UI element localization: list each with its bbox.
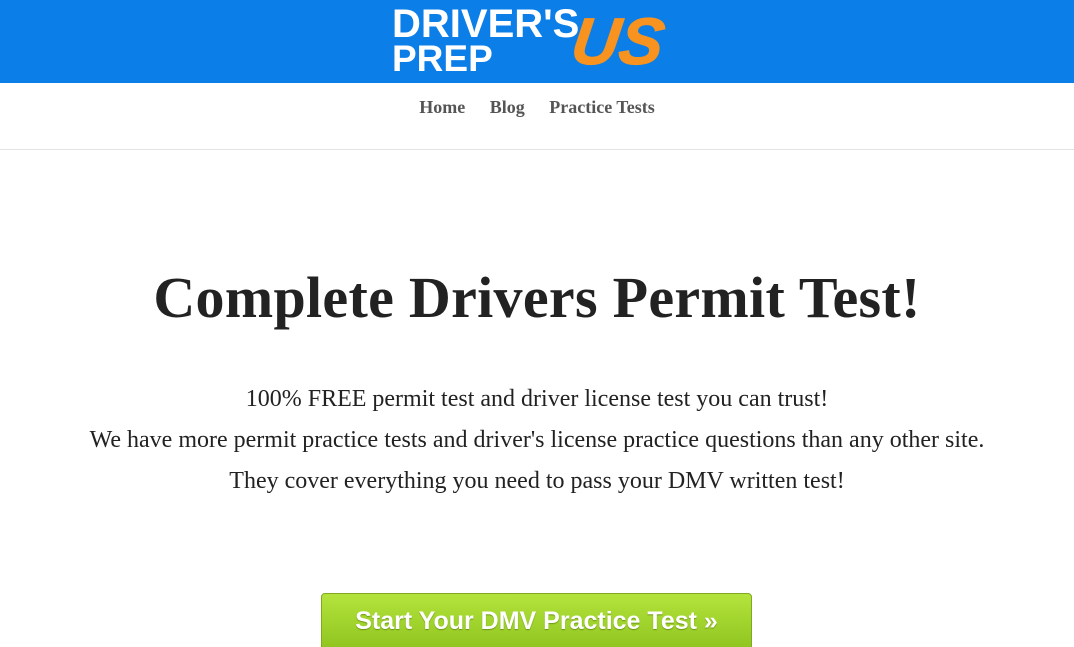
cta-container: Start Your DMV Practice Test »	[321, 593, 752, 647]
cta-label: Start Your DMV Practice Test »	[355, 607, 718, 635]
nav-item-home[interactable]: Home	[419, 97, 465, 117]
nav-links: Home Blog Practice Tests	[0, 97, 1074, 118]
page-title: Complete Drivers Permit Test!	[153, 265, 921, 330]
logo-line2: PREP	[392, 38, 493, 79]
main-nav: Home Blog Practice Tests	[0, 83, 1074, 150]
hero-line-3: They cover everything you need to pass y…	[229, 468, 845, 494]
start-practice-test-button[interactable]: Start Your DMV Practice Test »	[321, 593, 752, 647]
nav-item-practice-tests[interactable]: Practice Tests	[549, 97, 654, 117]
nav-item-blog[interactable]: Blog	[490, 97, 525, 117]
logo-accent: US	[567, 5, 669, 79]
hero-line-1: 100% FREE permit test and driver license…	[245, 386, 829, 412]
site-header: DRIVER'S PREP US	[0, 0, 1074, 83]
site-logo[interactable]: DRIVER'S PREP US	[388, 0, 688, 80]
logo-graphic: DRIVER'S PREP US	[392, 2, 669, 79]
hero-line-2: We have more permit practice tests and d…	[89, 427, 985, 453]
